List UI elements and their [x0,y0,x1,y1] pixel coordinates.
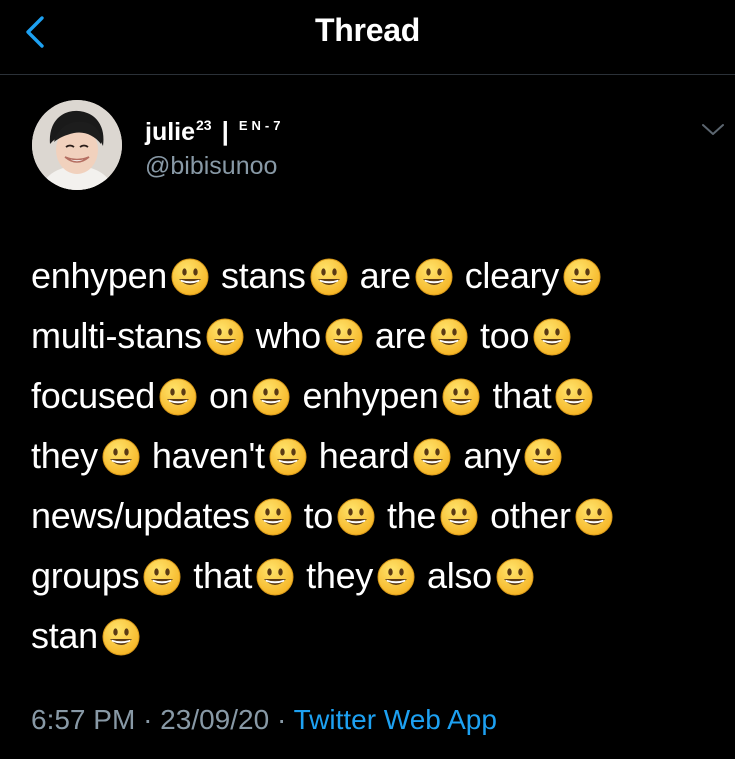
tweet-word: too [480,315,530,356]
tweet-line: stan [31,606,711,666]
grinning-face-icon [171,258,209,296]
tweet-word: they [31,435,98,476]
grinning-face-icon [310,258,348,296]
author-name-row[interactable]: julie 23 | EN-7 [145,116,285,150]
tweet-line: news/updates to the other [31,486,711,546]
display-name-superscript: 23 [196,117,212,133]
tweet-line: focused on enhypen that [31,366,711,426]
tweet-word: stans [221,255,306,296]
tweet-line: groups that they also [31,546,711,606]
grinning-face-icon [269,438,307,476]
tweet-word: stan [31,615,98,656]
grinning-face-icon [563,258,601,296]
grinning-face-icon [252,378,290,416]
grinning-face-icon [256,558,294,596]
tweet-word: that [492,375,552,416]
tweet-word: they [306,555,373,596]
grinning-face-icon [102,618,140,656]
tweet-word: are [359,255,411,296]
thread-header: Thread [0,0,735,75]
tweet-word: also [427,555,492,596]
tweet-word: news/updates [31,495,250,536]
avatar[interactable] [32,100,122,190]
grinning-face-icon [430,318,468,356]
tweet-word: cleary [464,255,560,296]
tweet-word: on [209,375,249,416]
grinning-face-icon [254,498,292,536]
display-name-separator: | [221,116,229,146]
page-title: Thread [315,12,420,48]
grinning-face-icon [555,378,593,416]
tweet-word: multi-stans [31,315,202,356]
tweet-line: enhypen stans are cleary [31,246,711,306]
tweet-word: focused [31,375,155,416]
grinning-face-icon [415,258,453,296]
display-name: julie [145,118,196,146]
grinning-face-icon [143,558,181,596]
grinning-face-icon [206,318,244,356]
tweet-line: they haven't heard any [31,426,711,486]
chevron-down-icon [702,124,724,135]
user-handle[interactable]: @bibisunoo [145,152,277,181]
tweet-word: are [374,315,427,356]
tweet-line: multi-stans who are too [31,306,711,366]
tweet-metadata: 6:57 PM · 23/09/20 · Twitter Web App [31,704,497,736]
tweet-date[interactable]: 23/09/20 [160,704,269,735]
grinning-face-icon [440,498,478,536]
tweet-word: who [255,315,321,356]
grinning-face-icon [524,438,562,476]
grinning-face-icon [575,498,613,536]
tweet-text: enhypen stans are cleary multi-stans who are to… [31,246,711,666]
tweet-word: haven't [151,435,265,476]
grinning-face-icon [325,318,363,356]
grinning-face-icon [102,438,140,476]
tweet-time[interactable]: 6:57 PM [31,704,135,735]
tweet-word: that [193,555,253,596]
tweet-word: enhypen [302,375,439,416]
tweet-word: enhypen [31,255,168,296]
tweet-word: to [303,495,334,536]
grinning-face-icon [413,438,451,476]
tweet-word: heard [318,435,410,476]
tweet-source-link[interactable]: Twitter Web App [294,704,497,735]
grinning-face-icon [337,498,375,536]
tweet-word: other [490,495,571,536]
grinning-face-icon [533,318,571,356]
grinning-face-icon [377,558,415,596]
tweet-word: groups [31,555,140,596]
tweet-word: any [463,435,521,476]
grinning-face-icon [442,378,480,416]
tweet-word: the [387,495,437,536]
grinning-face-icon [496,558,534,596]
display-name-tag: EN-7 [238,118,285,133]
meta-dot: · [143,704,153,735]
tweet-menu-button[interactable] [700,120,726,140]
grinning-face-icon [159,378,197,416]
meta-dot: · [276,704,287,735]
